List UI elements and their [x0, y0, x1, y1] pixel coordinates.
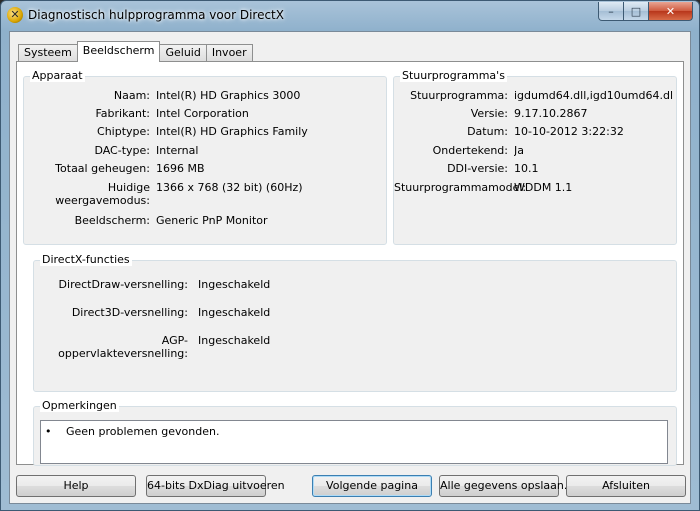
- device-key: Totaal geheugen:: [55, 162, 150, 175]
- driver-value: 10.1: [514, 162, 539, 175]
- directx-features-label: DirectX-functies: [40, 253, 132, 266]
- bullet-icon: •: [45, 425, 52, 438]
- device-value: Generic PnP Monitor: [156, 214, 268, 227]
- device-key: Fabrikant:: [95, 107, 150, 120]
- driver-value: WDDM 1.1: [514, 181, 573, 194]
- window-title: Diagnostisch hulpprogramma voor DirectX: [28, 8, 284, 22]
- maximize-button[interactable]: □: [624, 2, 649, 21]
- dialog-client: Systeem Beeldscherm Geluid Invoer Appara…: [9, 31, 691, 504]
- title-bar[interactable]: ✕ Diagnostisch hulpprogramma voor Direct…: [1, 1, 699, 29]
- dxdiag-window: ✕ Diagnostisch hulpprogramma voor Direct…: [0, 0, 700, 511]
- exit-button[interactable]: Afsluiten: [566, 475, 686, 497]
- device-value: Internal: [156, 144, 199, 157]
- directx-value: Ingeschakeld: [198, 278, 271, 291]
- notes-group-label: Opmerkingen: [40, 399, 119, 412]
- device-key: Naam:: [113, 89, 150, 102]
- device-key: Huidige weergavemodus:: [55, 181, 150, 207]
- device-key: DAC-type:: [94, 144, 150, 157]
- device-key: Chiptype:: [97, 125, 150, 138]
- device-key: Beeldscherm:: [74, 214, 150, 227]
- run-64bit-dxdiag-button[interactable]: 64-bits DxDiag uitvoeren: [146, 475, 285, 497]
- save-all-info-button[interactable]: Alle gegevens opslaan...: [439, 475, 574, 497]
- tab-strip: Systeem Beeldscherm Geluid Invoer: [18, 41, 253, 62]
- driver-value: Ja: [514, 144, 524, 157]
- tab-invoer[interactable]: Invoer: [205, 44, 253, 62]
- driver-key: DDI-versie:: [447, 162, 508, 175]
- driver-key: Stuurprogrammamodel:: [394, 181, 527, 194]
- help-button[interactable]: Help: [16, 475, 136, 497]
- directx-value: Ingeschakeld: [198, 334, 271, 347]
- device-group-label: Apparaat: [30, 69, 85, 82]
- driver-value: igdumd64.dll,igd10umd64.dll,igd10: [514, 89, 674, 102]
- minimize-button[interactable]: –: [598, 2, 624, 21]
- driver-value: 9.17.10.2867: [514, 107, 588, 120]
- device-value: Intel Corporation: [156, 107, 249, 120]
- directx-key: Direct3D-versnelling:: [71, 306, 188, 319]
- notes-group: Opmerkingen • Geen problemen gevonden.: [33, 399, 677, 466]
- driver-key: Datum:: [467, 125, 508, 138]
- tab-beeldscherm[interactable]: Beeldscherm: [76, 41, 161, 62]
- minimize-icon: –: [608, 4, 614, 18]
- close-window-button[interactable]: ✕: [649, 2, 693, 21]
- device-value: 1696 MB: [156, 162, 205, 175]
- drivers-group-label: Stuurprogramma's: [400, 69, 507, 82]
- close-icon: ✕: [665, 4, 676, 18]
- tab-geluid[interactable]: Geluid: [159, 44, 207, 62]
- tab-systeem[interactable]: Systeem: [18, 44, 78, 62]
- driver-key: Ondertekend:: [432, 144, 508, 157]
- device-value: 1366 x 768 (32 bit) (60Hz): [156, 181, 303, 194]
- display-tab-panel: Apparaat Naam: Intel(R) HD Graphics 3000…: [16, 61, 684, 466]
- directx-icon: ✕: [7, 7, 23, 23]
- driver-key: Versie:: [470, 107, 508, 120]
- directx-features-group: DirectX-functies DirectDraw-versnelling:…: [33, 253, 677, 392]
- next-page-button[interactable]: Volgende pagina: [312, 475, 432, 497]
- notes-text: Geen problemen gevonden.: [66, 425, 220, 438]
- directx-key: AGP-oppervlakteversnelling:: [58, 334, 188, 360]
- notes-textbox[interactable]: • Geen problemen gevonden.: [40, 420, 668, 464]
- drivers-group: Stuurprogramma's Stuurprogramma: igdumd6…: [393, 69, 677, 245]
- device-group: Apparaat Naam: Intel(R) HD Graphics 3000…: [23, 69, 387, 245]
- driver-value: 10-10-2012 3:22:32: [514, 125, 624, 138]
- directx-key: DirectDraw-versnelling:: [58, 278, 188, 291]
- caption-buttons: – □ ✕: [598, 2, 693, 21]
- driver-key: Stuurprogramma:: [410, 89, 508, 102]
- maximize-icon: □: [630, 4, 642, 18]
- device-value: Intel(R) HD Graphics Family: [156, 125, 308, 138]
- directx-value: Ingeschakeld: [198, 306, 271, 319]
- device-value: Intel(R) HD Graphics 3000: [156, 89, 301, 102]
